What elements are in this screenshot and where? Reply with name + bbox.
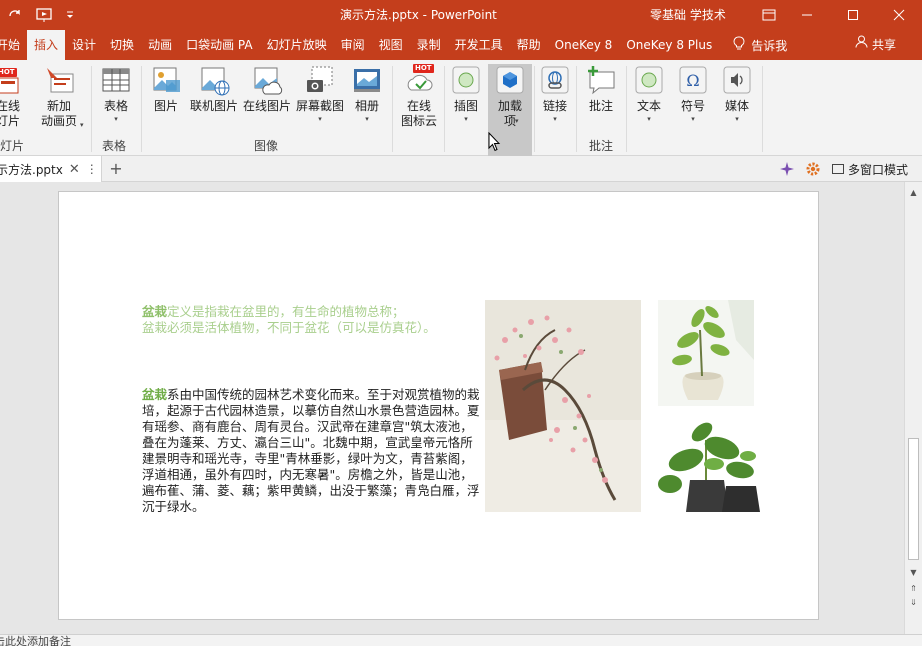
omega-icon: Ω [677, 64, 709, 96]
media-button[interactable]: 媒体 ▾ [720, 64, 754, 124]
screenshot-button[interactable]: 屏幕截图 ▾ [294, 64, 346, 124]
text-button[interactable]: 文本 ▾ [632, 64, 666, 124]
window-title: 演示方法.pptx - PowerPoint [340, 8, 497, 22]
slide-editing-area: 盆栽定义是指栽在盆里的，有生命的植物总称； 盆栽必须是活体植物，不同于盆花（可以… [0, 182, 904, 634]
tab-review[interactable]: 审阅 [334, 30, 372, 60]
document-tab[interactable]: 示方法.pptx ✕ ⋮ [0, 156, 102, 182]
tell-me-search[interactable]: 告诉我 [719, 30, 787, 60]
illustrations-icon [450, 64, 482, 96]
tab-help[interactable]: 帮助 [510, 30, 548, 60]
link-icon [539, 64, 571, 96]
picture-button[interactable]: 图片 [149, 64, 183, 114]
definition-text[interactable]: 盆栽定义是指栽在盆里的，有生命的植物总称； 盆栽必须是活体植物，不同于盆花（可以… [142, 304, 487, 336]
screenshot-icon [304, 64, 336, 96]
person-icon [855, 30, 868, 60]
text-icon [633, 64, 665, 96]
scroll-down-icon[interactable]: ▼ [905, 566, 922, 580]
vertical-scrollbar[interactable]: ▲ ▼ ⇑ ⇓ [904, 182, 922, 634]
tab-menu-icon[interactable]: ⋮ [86, 162, 98, 176]
online-slides-button[interactable]: HOT 在线 灯片 [0, 64, 22, 129]
potted-plant-photo[interactable] [658, 300, 754, 406]
svg-text:Ω: Ω [686, 71, 699, 90]
symbols-button[interactable]: Ω 符号 ▾ [676, 64, 710, 124]
seedlings-photo[interactable] [656, 420, 766, 512]
bonsai-photo[interactable] [485, 300, 641, 512]
tab-insert[interactable]: 插入 [27, 30, 66, 60]
tab-onekey8[interactable]: OneKey 8 [548, 30, 620, 60]
settings-gear-icon[interactable] [802, 158, 824, 180]
new-animation-page-button[interactable]: 新加 动画页 ▾ [34, 64, 84, 129]
quick-access-toolbar [0, 0, 80, 30]
tab-record[interactable]: 录制 [410, 30, 448, 60]
speaker-icon [721, 64, 753, 96]
new-animation-page-icon [43, 64, 75, 96]
mouse-cursor-icon [488, 132, 501, 152]
online-picture-alt-button[interactable]: 在线图片 [241, 64, 293, 114]
tab-animations[interactable]: 动画 [141, 30, 179, 60]
customize-qat-icon[interactable] [60, 0, 80, 30]
lightbulb-icon [733, 36, 745, 54]
multi-window-mode-button[interactable]: 多窗口模式 [831, 161, 908, 178]
minimize-icon[interactable] [784, 0, 830, 30]
cloud-picture-icon [251, 64, 283, 96]
group-label-images: 图像 [254, 139, 279, 153]
tab-onekey8-plus[interactable]: OneKey 8 Plus [619, 30, 719, 60]
table-icon [100, 64, 132, 96]
slideshow-from-start-icon[interactable] [30, 0, 60, 30]
ribbon-display-options-icon[interactable] [754, 0, 784, 30]
comment-icon [585, 64, 617, 96]
icon-cloud-icon: HOT [403, 64, 435, 96]
maximize-icon[interactable] [830, 0, 876, 30]
close-icon[interactable] [876, 0, 922, 30]
addins-button[interactable]: 加载 项 ▾ [488, 64, 532, 156]
group-label-tables: 表格 [102, 139, 127, 153]
tab-transitions[interactable]: 切换 [103, 30, 141, 60]
notes-placeholder: 击此处添加备注 [0, 635, 71, 646]
online-picture-button[interactable]: 联机图片 [188, 64, 240, 114]
links-button[interactable]: 链接 ▾ [538, 64, 572, 124]
title-bar: 演示方法.pptx - PowerPoint 零基础 学技术 [0, 0, 922, 30]
tab-design[interactable]: 设计 [65, 30, 103, 60]
picture-icon [150, 64, 182, 96]
keyword-penzai-2: 盆栽 [142, 387, 168, 402]
document-tab-name: 示方法.pptx [0, 162, 63, 177]
comment-button[interactable]: 批注 [582, 64, 620, 114]
document-tab-strip: 示方法.pptx ✕ ⋮ + 多窗口模式 [0, 156, 922, 182]
tell-me-label: 告诉我 [751, 38, 788, 53]
slide-canvas[interactable]: 盆栽定义是指栽在盆里的，有生命的植物总称； 盆栽必须是活体植物，不同于盆花（可以… [58, 191, 819, 620]
tab-developer[interactable]: 开发工具 [448, 30, 510, 60]
online-icon-cloud-button[interactable]: HOT 在线 图标云 [398, 64, 440, 129]
share-label: 共享 [871, 38, 896, 52]
multi-window-icon [831, 164, 844, 174]
tab-pocket-animation[interactable]: 口袋动画 PA [179, 30, 260, 60]
close-tab-icon[interactable]: ✕ [69, 162, 80, 177]
illustrations-button[interactable]: 插图 ▾ [449, 64, 483, 124]
group-label-comments: 批注 [589, 139, 614, 153]
new-tab-button[interactable]: + [106, 156, 126, 182]
keyword-penzai: 盆栽 [142, 304, 168, 319]
ribbon-insert: HOT 在线 灯片 新加 动画页 ▾ 灯片 表格 ▾ 表格 图片 联机图片 在线… [0, 60, 922, 156]
group-label-slides: 灯片 [0, 139, 25, 153]
ribbon-tab-bar: 开始 插入 设计 切换 动画 口袋动画 PA 幻灯片放映 审阅 视图 录制 开发… [0, 30, 922, 60]
addins-icon [494, 64, 526, 96]
scroll-thumb[interactable] [908, 438, 919, 560]
next-slide-icon[interactable]: ⇓ [905, 596, 922, 610]
tab-slideshow[interactable]: 幻灯片放映 [260, 30, 334, 60]
previous-slide-icon[interactable]: ⇑ [905, 582, 922, 596]
scroll-up-icon[interactable]: ▲ [905, 186, 922, 200]
photo-album-button[interactable]: 相册 ▾ [350, 64, 384, 124]
redo-icon[interactable] [0, 0, 30, 30]
tab-view[interactable]: 视图 [372, 30, 410, 60]
notes-pane[interactable]: 击此处添加备注 [0, 634, 922, 646]
tab-home[interactable]: 开始 [0, 30, 27, 60]
history-text[interactable]: 盆栽系由中国传统的园林艺术变化而来。至于对观赏植物的栽培，起源于古代园林造景，以… [142, 387, 482, 515]
sparkle-icon[interactable] [776, 158, 798, 180]
online-slides-icon: HOT [0, 64, 24, 96]
table-button[interactable]: 表格 ▾ [98, 64, 134, 124]
photo-album-icon [351, 64, 383, 96]
online-picture-icon [198, 64, 230, 96]
share-button[interactable]: 共享 [855, 30, 896, 60]
user-name[interactable]: 零基础 学技术 [650, 0, 726, 30]
